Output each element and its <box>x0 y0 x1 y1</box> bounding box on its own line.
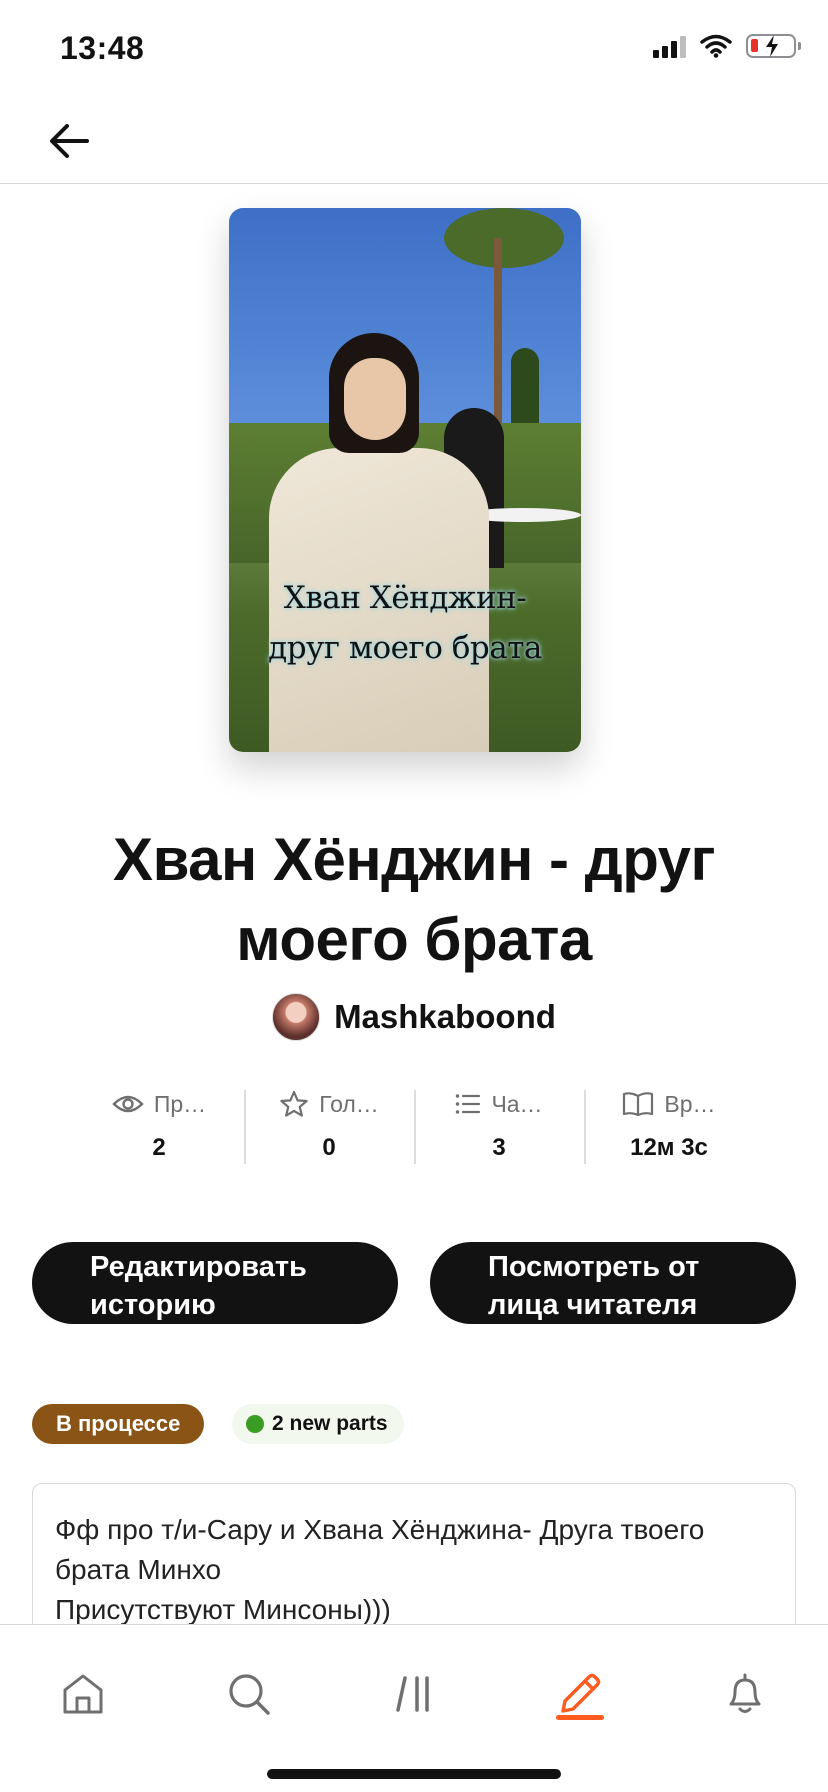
author-name: Mashkaboond <box>334 998 556 1035</box>
wifi-icon <box>700 34 732 58</box>
book-icon <box>623 1092 654 1117</box>
bell-icon <box>729 1673 761 1713</box>
stat-value: 0 <box>322 1134 336 1161</box>
new-parts-label: 2 new parts <box>272 1412 388 1435</box>
stat-label: Вр… <box>664 1090 716 1117</box>
stat-label: Пр… <box>153 1090 207 1117</box>
reader-preview-button[interactable]: Посмотреть от лица читателя <box>430 1242 796 1324</box>
stat-label: Ча… <box>491 1090 543 1117</box>
cover-text-line1: Хван Хёнджин- <box>283 580 527 616</box>
nav-search[interactable] <box>204 1649 294 1739</box>
status-badge: В процессе <box>32 1404 205 1444</box>
pencil-icon <box>561 1673 601 1713</box>
header <box>0 96 828 184</box>
nav-home[interactable] <box>38 1649 128 1739</box>
cover-text: Хван Хёнджин- друг моего брата <box>229 573 581 673</box>
home-indicator <box>267 1769 561 1779</box>
nav-active-indicator <box>556 1715 604 1720</box>
nav-notifications[interactable] <box>700 1649 790 1739</box>
home-icon <box>63 1674 103 1714</box>
status-time: 13:48 <box>60 30 145 66</box>
status-bar: 13:48 <box>0 0 828 96</box>
new-parts-badge: 2 new parts <box>232 1404 404 1444</box>
list-icon <box>456 1094 481 1114</box>
status-icons <box>653 34 801 58</box>
story-cover[interactable]: Хван Хёнджин- друг моего брата <box>229 208 581 752</box>
story-stats: Пр… 2 Гол… 0 Ча… 3 Вр… 12м 3с <box>74 1088 754 1164</box>
edit-story-button[interactable]: Редактировать историю <box>32 1242 398 1324</box>
stat-value: 2 <box>152 1134 166 1161</box>
stat-reading-time: Вр… 12м 3с <box>584 1088 754 1164</box>
nav-write[interactable] <box>535 1649 625 1739</box>
avatar <box>272 993 321 1041</box>
battery-icon <box>746 34 801 58</box>
search-icon <box>229 1674 270 1715</box>
nav-library[interactable] <box>370 1649 460 1739</box>
stat-votes: Гол… 0 <box>244 1088 414 1164</box>
arrow-left-icon <box>50 124 89 158</box>
back-button[interactable] <box>44 116 94 166</box>
star-icon <box>280 1090 308 1117</box>
stat-parts: Ча… 3 <box>414 1088 584 1164</box>
story-title: Хван Хёнджин - друг моего брата <box>113 826 715 973</box>
eye-icon <box>112 1095 144 1113</box>
screen: 13:48 Хван Хёнджин- друг моего брата Хва… <box>0 0 828 1792</box>
stat-label: Гол… <box>319 1090 379 1117</box>
stat-value: 3 <box>492 1134 506 1161</box>
stat-value: 12м 3с <box>630 1134 708 1161</box>
stat-reads: Пр… 2 <box>74 1088 244 1164</box>
author-link[interactable]: Mashkaboond <box>0 993 828 1041</box>
green-dot-icon <box>246 1415 264 1433</box>
cover-text-line2: друг моего брата <box>268 630 542 666</box>
library-icon <box>396 1676 429 1712</box>
bottom-nav <box>0 1624 828 1792</box>
signal-icon <box>653 34 686 58</box>
